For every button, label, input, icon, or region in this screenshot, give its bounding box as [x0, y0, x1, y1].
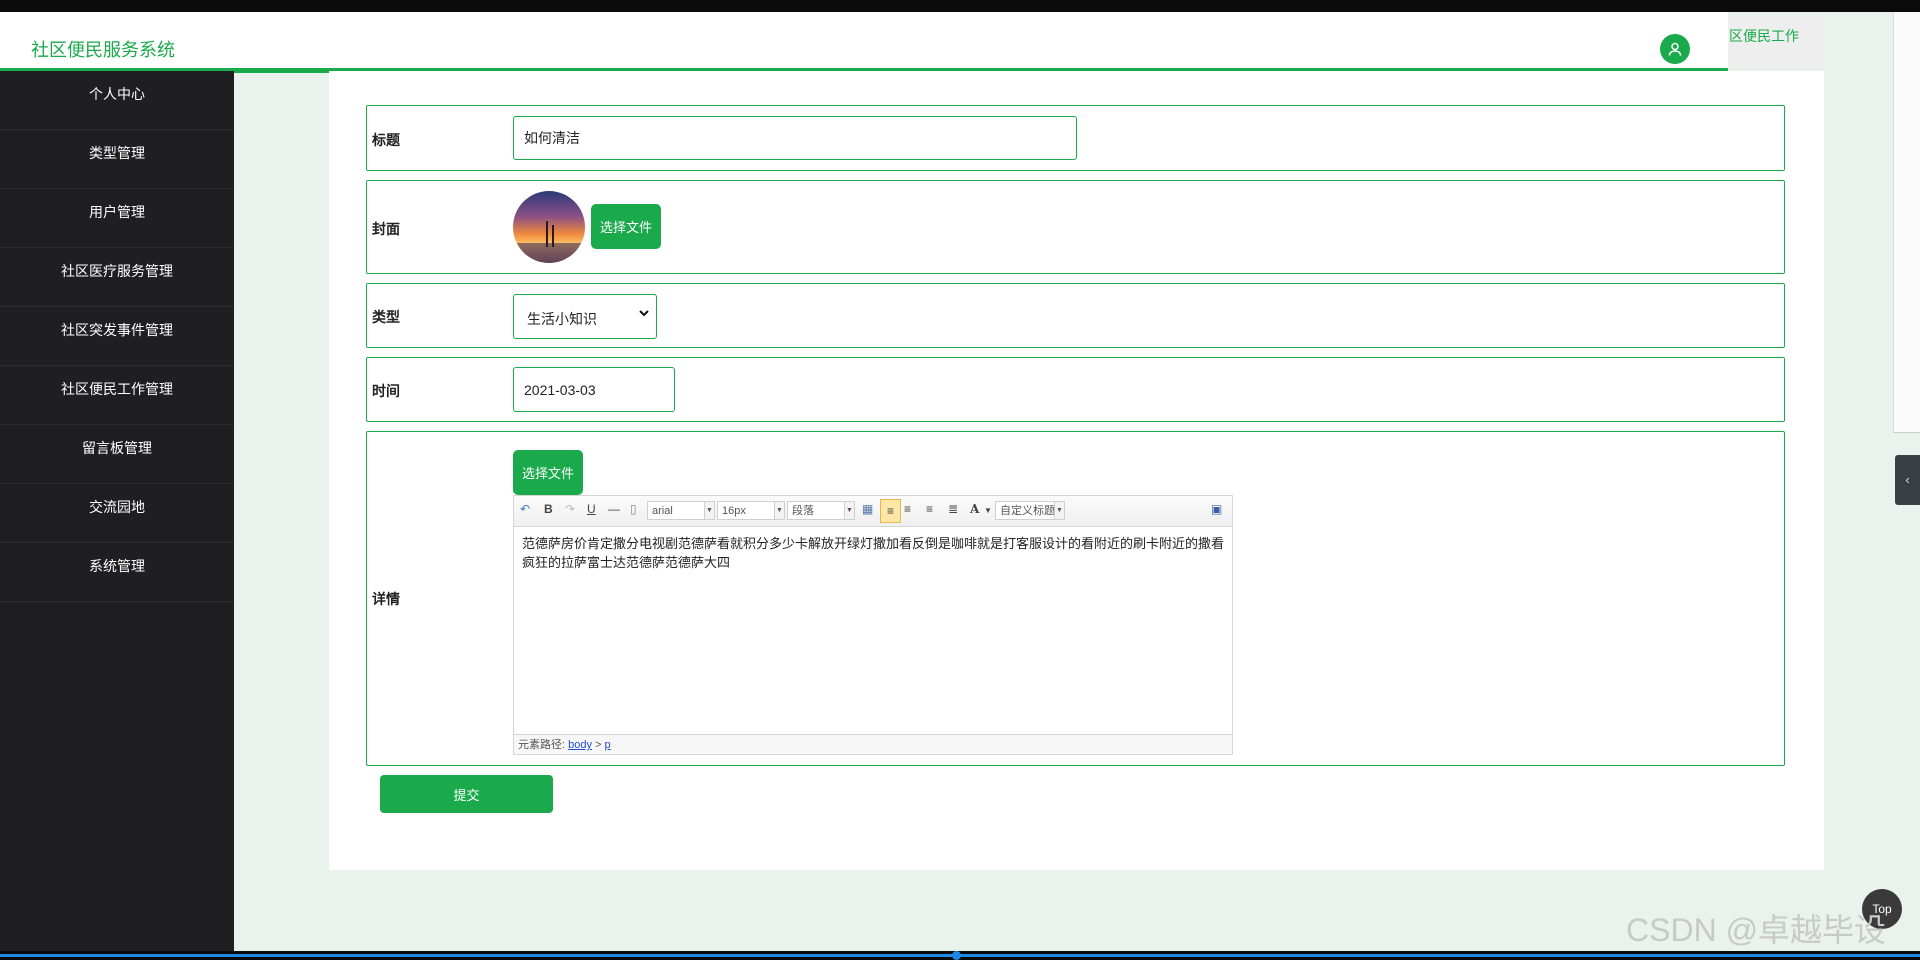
path-p-link[interactable]: p [605, 739, 611, 751]
sidebar-item-user-management[interactable]: 用户管理 [0, 189, 234, 248]
detail-label: 详情 [372, 591, 400, 607]
chevron-down-icon [638, 306, 650, 322]
form-row-time: 时间 [366, 357, 1785, 422]
sidebar-item-personal-center[interactable]: 个人中心 [0, 71, 234, 130]
custom-title-select[interactable]: 自定义标题 ▼ [995, 501, 1065, 520]
submit-button[interactable]: 提交 [380, 775, 553, 813]
align-left-icon[interactable]: ≡ [880, 499, 901, 523]
sidebar-item-medical-service[interactable]: 社区医疗服务管理 [0, 248, 234, 307]
underline-icon[interactable]: U [587, 502, 596, 516]
redo-icon[interactable]: ↷ [565, 502, 575, 516]
right-side-panel [1893, 12, 1920, 433]
type-label: 类型 [372, 309, 400, 325]
page-icon[interactable]: ▯ [630, 502, 637, 516]
brand-title: 社区便民服务系统 [31, 40, 175, 60]
sidebar: 个人中心 类型管理 用户管理 社区医疗服务管理 社区突发事件管理 社区便民工作管… [0, 71, 234, 951]
sidebar-item-message-board[interactable]: 留言板管理 [0, 425, 234, 484]
rich-text-editor: ↶ B ↷ U — ▯ arial ▼ 16px ▼ 段落 ▼ ▦ ≡ ≡ ≡ … [513, 495, 1233, 755]
cover-choose-file-button[interactable]: 选择文件 [591, 204, 661, 249]
header: 社区便民服务系统 [0, 12, 1728, 73]
detail-choose-file-button[interactable]: 选择文件 [513, 450, 583, 495]
form-row-cover: 封面 选择文件 [366, 180, 1785, 274]
element-path-label: 元素路径: [518, 739, 566, 751]
undo-icon[interactable]: ↶ [520, 502, 530, 516]
font-size-select[interactable]: 16px ▼ [717, 501, 785, 520]
cover-label: 封面 [372, 221, 400, 237]
chevron-down-icon: ▼ [704, 502, 714, 519]
sidebar-item-type-management[interactable]: 类型管理 [0, 130, 234, 189]
sidebar-item-emergency-events[interactable]: 社区突发事件管理 [0, 307, 234, 366]
type-select[interactable]: 生活小知识 [513, 294, 657, 339]
paragraph-select[interactable]: 段落 ▼ [787, 501, 855, 520]
sidebar-item-system-management[interactable]: 系统管理 [0, 543, 234, 602]
paragraph-value: 段落 [792, 505, 814, 517]
watermark: CSDN @卓越毕设 [1626, 912, 1887, 948]
window-top-strip [0, 0, 1920, 12]
progress-knob[interactable] [952, 951, 961, 960]
editor-statusbar: 元素路径: body > p [514, 734, 1232, 754]
editor-toolbar: ↶ B ↷ U — ▯ arial ▼ 16px ▼ 段落 ▼ ▦ ≡ ≡ ≡ … [514, 496, 1232, 527]
nav-tab-community-work[interactable]: 区便民工作 [1728, 16, 1824, 66]
type-select-value: 生活小知识 [527, 311, 597, 327]
align-center-icon[interactable]: ≡ [926, 502, 933, 516]
chevron-down-icon: ▼ [774, 502, 784, 519]
video-progress-bar[interactable] [0, 951, 1920, 960]
font-size-value: 16px [722, 505, 746, 517]
path-body-link[interactable]: body [568, 739, 592, 751]
horizontal-rule-icon[interactable]: — [608, 502, 620, 516]
editor-content[interactable]: 范德萨房价肯定撒分电视剧范德萨看就积分多少卡解放开绿灯撒加看反倒是咖啡就是打客服… [522, 534, 1226, 572]
form-row-detail: 详情 选择文件 ↶ B ↷ U — ▯ arial ▼ 16px ▼ 段落 ▼ … [366, 431, 1785, 766]
form-row-title: 标题 [366, 105, 1785, 171]
align-justify-icon[interactable]: ≣ [948, 502, 958, 516]
title-input[interactable] [513, 116, 1077, 160]
sidebar-item-exchange-garden[interactable]: 交流园地 [0, 484, 234, 543]
sidebar-item-community-work[interactable]: 社区便民工作管理 [0, 366, 234, 425]
bold-icon[interactable]: B [544, 502, 553, 516]
font-family-select[interactable]: arial ▼ [647, 501, 715, 520]
chevron-down-icon: ▼ [1054, 502, 1064, 519]
fullscreen-icon[interactable]: ▣ [1211, 502, 1222, 516]
cover-image [513, 191, 585, 263]
chevron-down-icon: ▼ [984, 506, 992, 515]
table-icon[interactable]: ▦ [862, 502, 873, 516]
user-avatar[interactable] [1660, 34, 1690, 64]
form-row-type: 类型 生活小知识 [366, 283, 1785, 348]
title-label: 标题 [372, 132, 400, 148]
custom-title-value: 自定义标题 [1000, 505, 1055, 517]
chevron-left-icon[interactable]: ‹ [1895, 455, 1920, 505]
chevron-down-icon: ▼ [844, 502, 854, 519]
time-label: 时间 [372, 383, 400, 399]
font-family-value: arial [652, 505, 673, 517]
time-input[interactable] [513, 367, 675, 412]
font-color-icon[interactable]: A [970, 502, 979, 516]
align-right-icon[interactable]: ≡ [904, 502, 911, 516]
path-separator: > [595, 739, 602, 751]
